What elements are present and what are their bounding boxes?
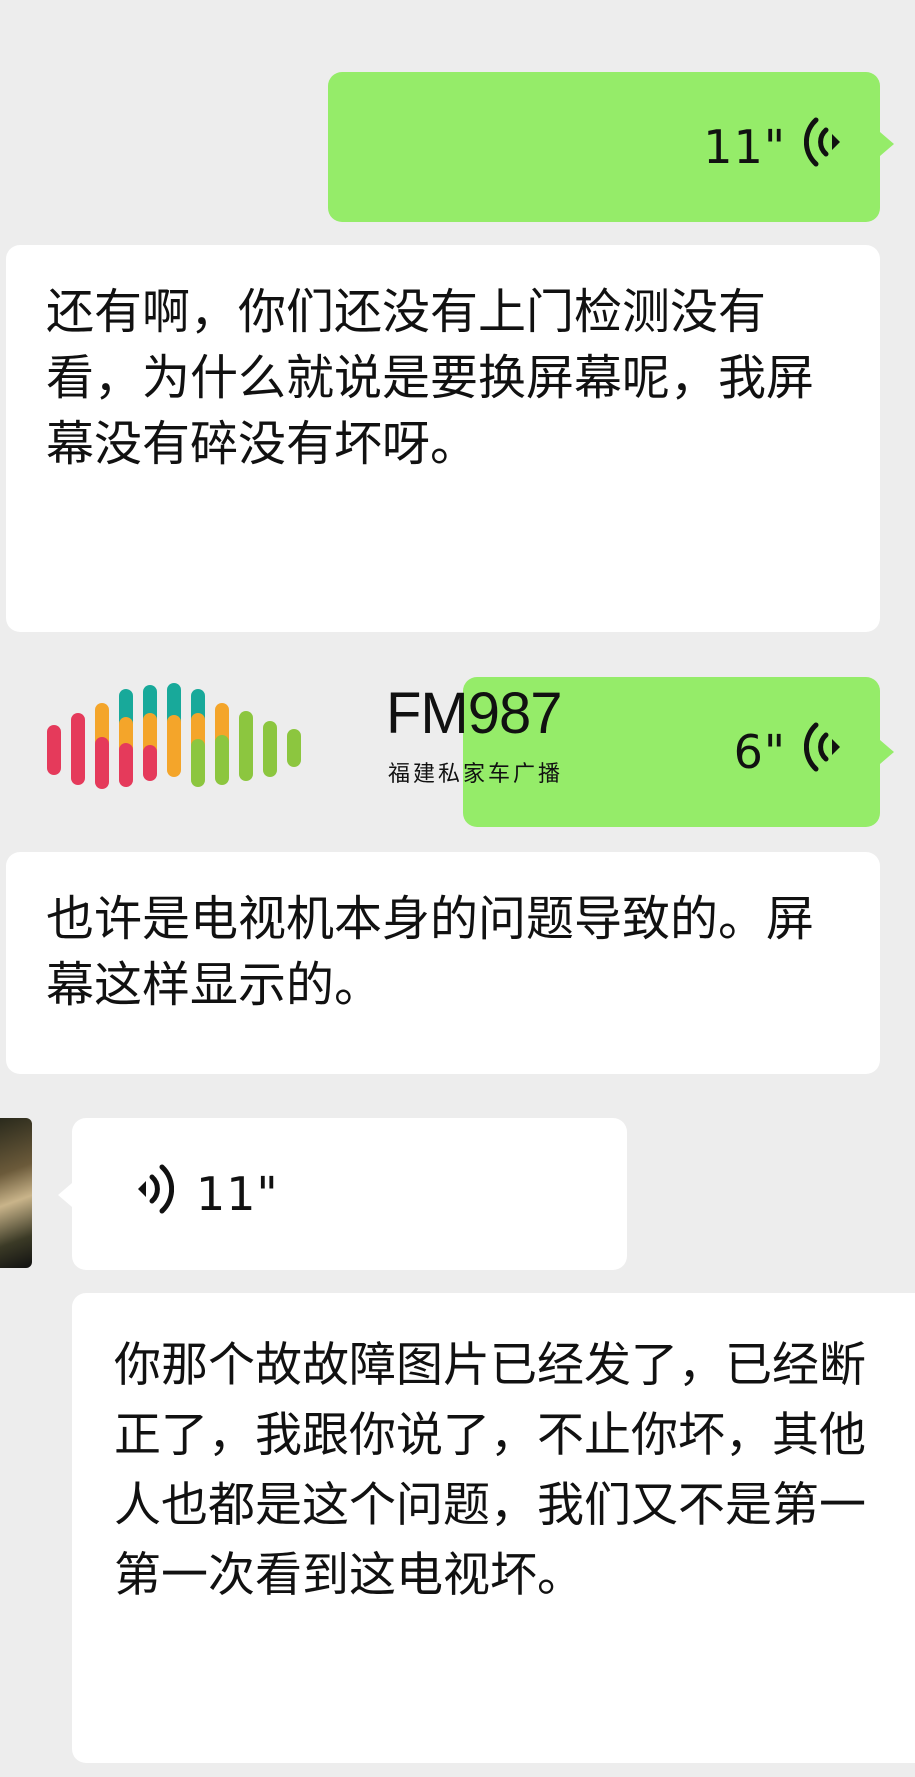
bubble-tail — [58, 1183, 72, 1207]
watermark-subtitle: 福建私家车广播 — [388, 762, 564, 787]
text-message-incoming[interactable]: 还有啊，你们还没有上门检测没有看，为什么就说是要换屏幕呢，我屏幕没有碎没有坏呀。 — [6, 245, 880, 632]
sound-bars-logo-icon — [47, 683, 301, 789]
bubble-tail — [880, 740, 894, 764]
bubble-tail — [880, 132, 894, 156]
voice-duration: 11" — [703, 120, 786, 174]
voice-wave-icon — [803, 116, 844, 179]
voice-wave-icon — [803, 721, 844, 784]
message-text: 也许是电视机本身的问题导致的。屏幕这样显示的。 — [46, 891, 815, 1013]
text-message-incoming[interactable]: 你那个故故障图片已经发了，已经断正了，我跟你说了，不止你坏，其他人也都是这个问题… — [72, 1293, 915, 1763]
voice-message-incoming[interactable]: 11" — [72, 1118, 627, 1270]
voice-duration: 6" — [733, 725, 786, 779]
voice-wave-icon — [134, 1163, 175, 1226]
voice-message-outgoing[interactable]: 11" — [328, 72, 880, 222]
watermark-title: FM987 — [386, 681, 563, 746]
message-text: 你那个故故障图片已经发了，已经断正了，我跟你说了，不止你坏，其他人也都是这个问题… — [114, 1338, 866, 1603]
fm987-watermark-logo: FM987 福建私家车广播 — [44, 680, 564, 790]
text-message-incoming[interactable]: 也许是电视机本身的问题导致的。屏幕这样显示的。 — [6, 852, 880, 1074]
voice-duration: 11" — [196, 1167, 279, 1221]
message-text: 还有啊，你们还没有上门检测没有看，为什么就说是要换屏幕呢，我屏幕没有碎没有坏呀。 — [46, 284, 815, 472]
avatar[interactable] — [0, 1118, 32, 1268]
